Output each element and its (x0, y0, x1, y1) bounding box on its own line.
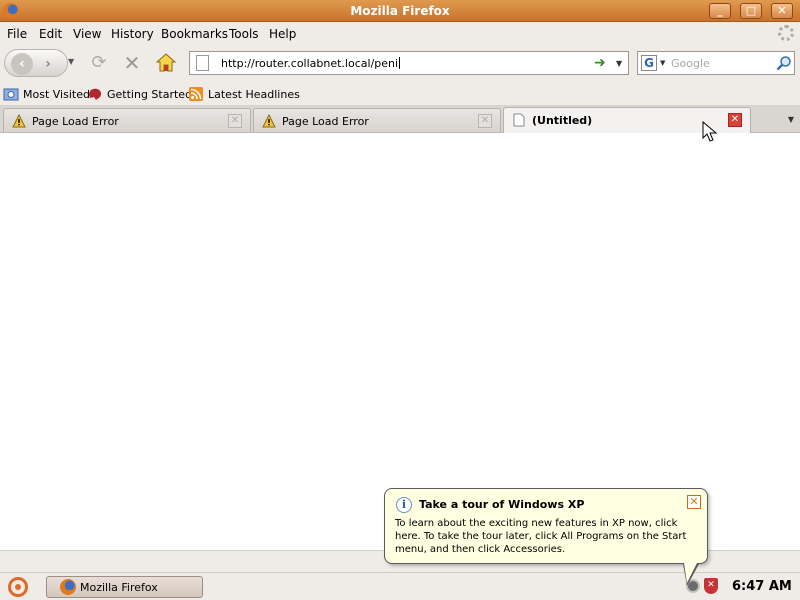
balloon-body[interactable]: To learn about the exciting new features… (395, 517, 699, 556)
go-arrow-icon[interactable]: ➜ (594, 55, 606, 71)
blank-page-icon (513, 113, 525, 127)
url-text[interactable]: http://router.collabnet.local/peni (221, 57, 400, 70)
tab-close-button[interactable]: ✕ (728, 113, 742, 127)
taskbar-button-label: Mozilla Firefox (80, 581, 158, 594)
engine-dropdown-icon[interactable]: ▼ (660, 59, 665, 67)
url-dropdown-icon[interactable]: ▼ (616, 59, 622, 68)
menu-file[interactable]: File (7, 27, 27, 41)
menu-bar: File Edit View History Bookmarks Tools H… (0, 22, 800, 44)
tour-balloon-tooltip[interactable]: i Take a tour of Windows XP ✕ To learn a… (384, 488, 708, 586)
getting-started-icon (89, 88, 101, 100)
mouse-cursor-icon (702, 121, 718, 142)
tab-page-load-error-1[interactable]: Page Load Error ✕ (3, 108, 251, 132)
tab-label: Page Load Error (32, 115, 119, 128)
balloon-tail-fill (684, 563, 697, 583)
taskbar: Mozilla Firefox ✕ 6:47 AM (0, 572, 800, 600)
menu-edit[interactable]: Edit (39, 27, 62, 41)
page-icon (196, 55, 209, 71)
search-placeholder[interactable]: Google (671, 57, 710, 70)
reload-button[interactable]: ⟳ (89, 53, 109, 73)
search-bar[interactable]: G ▼ Google (637, 51, 795, 75)
forward-button[interactable]: › (39, 55, 57, 73)
close-window-button[interactable]: ✕ (771, 3, 793, 19)
clock[interactable]: 6:47 AM (732, 579, 792, 594)
list-all-tabs-button[interactable]: ▼ (752, 109, 798, 131)
rss-feed-icon (189, 87, 203, 101)
most-visited-folder-icon (3, 88, 19, 101)
bookmark-label: Most Visited (23, 88, 90, 101)
tab-strip: Page Load Error ✕ Page Load Error ✕ (Unt… (0, 106, 800, 133)
bookmark-label: Latest Headlines (208, 88, 300, 101)
menu-tools[interactable]: Tools (229, 27, 259, 41)
navigation-toolbar: ‹ › ▼ ⟳ ✕ http://router.collabnet.local/… (0, 44, 800, 82)
bookmark-latest-headlines[interactable]: Latest Headlines (188, 86, 300, 102)
bookmark-label: Getting Started (107, 88, 193, 101)
taskbar-firefox-button[interactable]: Mozilla Firefox (46, 576, 203, 598)
warning-icon (12, 114, 26, 128)
home-button[interactable] (155, 52, 177, 74)
tab-label: (Untitled) (532, 114, 593, 127)
back-button[interactable]: ‹ (11, 53, 33, 75)
window-title: Mozilla Firefox (350, 4, 450, 18)
warning-icon (262, 114, 276, 128)
info-icon: i (396, 497, 412, 513)
menu-bookmarks[interactable]: Bookmarks (161, 27, 228, 41)
balloon-title: Take a tour of Windows XP (419, 498, 585, 511)
title-bar[interactable]: Mozilla Firefox _ □ ✕ (0, 0, 800, 22)
firefox-icon (60, 579, 76, 595)
tab-label: Page Load Error (282, 115, 369, 128)
security-shield-icon[interactable]: ✕ (704, 578, 718, 594)
tab-page-load-error-2[interactable]: Page Load Error ✕ (253, 108, 501, 132)
tab-close-button[interactable]: ✕ (478, 114, 492, 128)
address-bar[interactable]: http://router.collabnet.local/peni ➜ ▼ (189, 51, 629, 75)
minimize-button[interactable]: _ (709, 3, 731, 19)
menu-history[interactable]: History (111, 27, 154, 41)
bookmarks-toolbar: Most Visited Getting Started Latest Head… (0, 82, 800, 106)
search-icon[interactable] (775, 54, 793, 72)
back-forward-group: ‹ › (4, 49, 68, 77)
menu-view[interactable]: View (73, 27, 101, 41)
maximize-button[interactable]: □ (740, 3, 762, 19)
balloon-close-button[interactable]: ✕ (687, 495, 701, 509)
bookmark-most-visited[interactable]: Most Visited (3, 86, 90, 102)
throbber-icon (778, 25, 794, 41)
google-engine-icon[interactable]: G (641, 55, 657, 71)
history-dropdown-icon[interactable]: ▼ (68, 57, 74, 66)
stop-button[interactable]: ✕ (122, 53, 142, 73)
menu-help[interactable]: Help (269, 27, 296, 41)
start-menu-icon[interactable] (8, 577, 28, 597)
tab-close-button[interactable]: ✕ (228, 114, 242, 128)
bookmark-getting-started[interactable]: Getting Started (87, 86, 192, 102)
